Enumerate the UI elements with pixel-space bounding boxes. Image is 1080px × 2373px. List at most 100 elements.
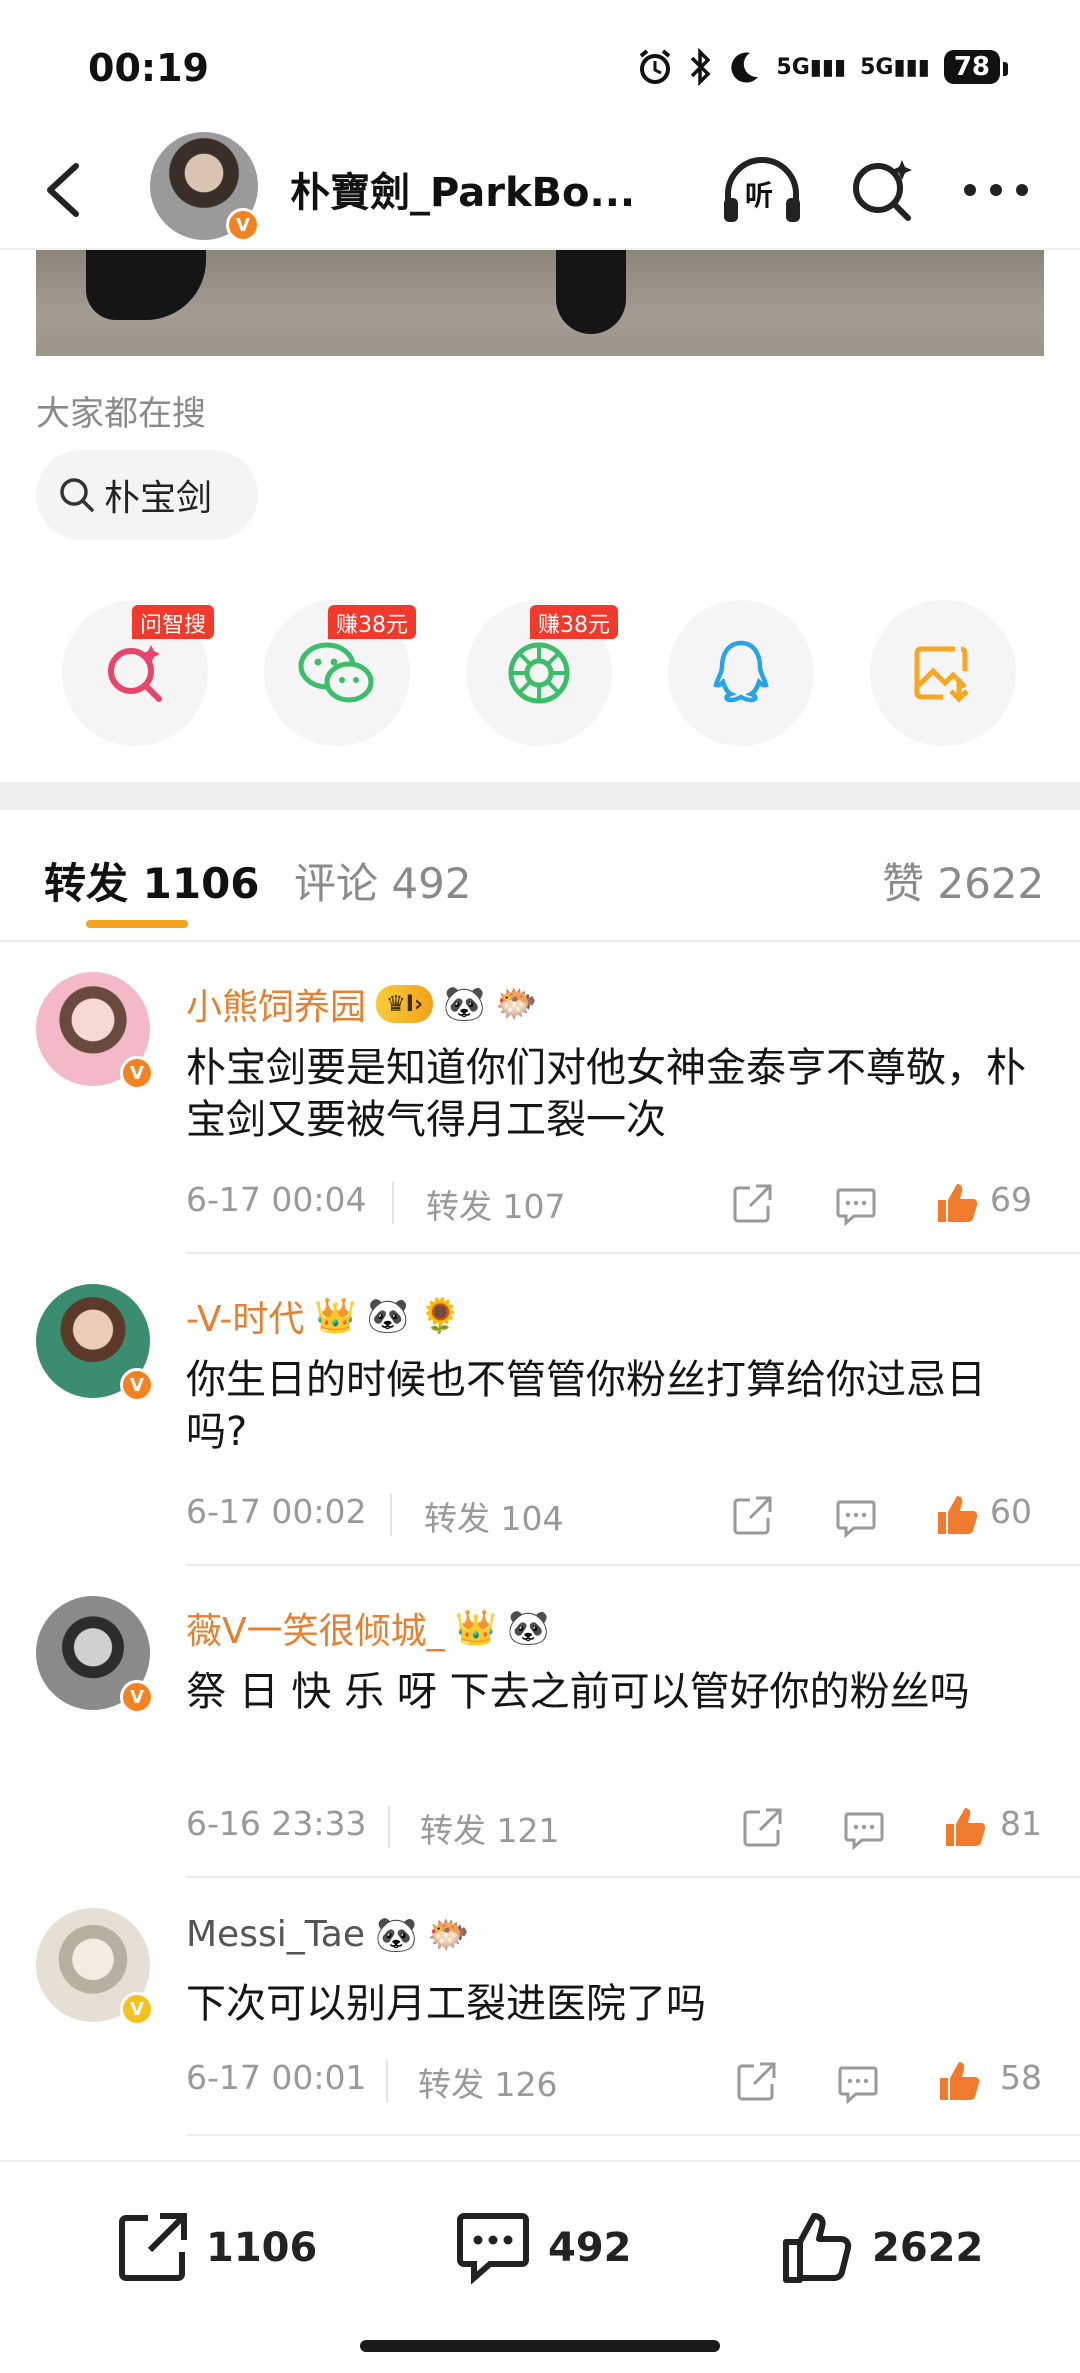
interaction-tabs: 转发 1106 评论 492 赞 2622	[0, 810, 1080, 942]
home-indicator[interactable]	[360, 2340, 720, 2352]
moon-icon	[731, 52, 759, 83]
image-content	[86, 250, 206, 320]
username-text: Messi_Tae	[186, 1914, 365, 1955]
moments-icon	[508, 642, 570, 704]
panda-icon: 🐼	[443, 984, 486, 1024]
verified-badge-icon: V	[120, 1056, 154, 1090]
save-image-icon	[914, 646, 969, 703]
status-bar: 00:19 5G▮▮▮ 5G▮▮▮ 78	[0, 0, 1080, 130]
like-button[interactable]: 2622	[780, 2210, 983, 2286]
author-name[interactable]: 朴寶劍_ParkBo...	[290, 160, 635, 218]
listen-label: 听	[745, 179, 774, 212]
avatar[interactable]: V	[36, 972, 154, 1090]
signal-1-icon: 5G▮▮▮	[776, 54, 847, 80]
repost-count: 1106	[206, 2225, 318, 2271]
share-icon[interactable]	[740, 1806, 784, 1850]
meta-separator	[392, 1182, 394, 1224]
verified-badge-icon: V	[226, 208, 260, 242]
active-tab-indicator	[86, 920, 188, 928]
avatar[interactable]: V	[36, 1596, 154, 1714]
comment-icon[interactable]	[842, 1808, 886, 1852]
repost-button[interactable]: 1106	[114, 2210, 317, 2286]
meta-separator	[386, 2060, 388, 2102]
comment-text: 你生日的时候也不管管你粉丝打算给你过忌日吗?	[186, 1357, 986, 1455]
comment-icon[interactable]	[836, 2062, 880, 2106]
username[interactable]: Messi_Tae 🐼 🐡	[186, 1914, 470, 1955]
repost-count[interactable]: 转发 126	[418, 2058, 557, 2106]
avatar[interactable]: V	[36, 1908, 154, 2026]
comment-icon[interactable]	[834, 1184, 878, 1228]
share-icon[interactable]	[730, 1494, 774, 1538]
timestamp: 6-16 23:33	[186, 1804, 367, 1843]
username-text: 薇V一笑很倾城_	[186, 1611, 445, 1652]
comment-count: 492	[548, 2225, 632, 2271]
ai-search-icon[interactable]	[848, 156, 916, 224]
share-icon[interactable]	[730, 1182, 774, 1226]
level-badge-text: I	[405, 991, 414, 1017]
author-avatar[interactable]: V	[150, 132, 260, 242]
like-count: 69	[990, 1180, 1032, 1219]
tab-comments[interactable]: 评论 492	[294, 850, 472, 911]
crown-icon: 👑	[454, 1608, 497, 1648]
like-icon[interactable]	[942, 1804, 988, 1850]
bluetooth-icon	[691, 48, 711, 86]
username-text: -V-时代	[186, 1299, 305, 1340]
username[interactable]: 薇V一笑很倾城_ 👑 🐼	[186, 1602, 549, 1654]
username[interactable]: 小熊饲养园 ♛ I › 🐼 🐡	[186, 978, 538, 1030]
trending-search-chip[interactable]: 朴宝剑	[36, 450, 258, 540]
verified-badge-icon: V	[120, 1992, 154, 2026]
item-divider	[186, 2134, 1080, 2136]
like-icon[interactable]	[936, 2058, 982, 2104]
like-count: 58	[1000, 2058, 1042, 2097]
save-image-button[interactable]	[870, 600, 1016, 746]
post-image[interactable]	[36, 250, 1044, 356]
comment-text: 祭 日 快 乐 呀 下去之前可以管好你的粉丝吗	[186, 1669, 970, 1715]
comment-icon[interactable]	[834, 1496, 878, 1540]
repost-icon	[119, 2213, 187, 2281]
share-icon[interactable]	[734, 2060, 778, 2104]
meta-separator	[388, 1806, 390, 1848]
verified-badge-icon: V	[120, 1680, 154, 1714]
panda-icon: 🐼	[506, 1608, 550, 1648]
trending-search-label: 大家都在搜	[36, 394, 206, 434]
search-icon	[60, 478, 94, 512]
username[interactable]: -V-时代 👑 🐼 🌻	[186, 1290, 461, 1342]
timestamp: 6-17 00:02	[186, 1492, 367, 1531]
thumbs-up-icon	[783, 2213, 852, 2283]
item-divider	[186, 1564, 1080, 1566]
meta-separator	[390, 1494, 392, 1536]
share-tag: 赚38元	[530, 605, 618, 639]
more-icon[interactable]	[960, 170, 1032, 210]
trending-search-text: 朴宝剑	[104, 478, 213, 519]
comment-text: 朴宝剑要是知道你们对他女神金泰亨不尊敬，朴宝剑又要被气得月工裂一次	[186, 1045, 1026, 1143]
sunflower-icon: 🌻	[419, 1296, 462, 1336]
repost-count[interactable]: 转发 121	[420, 1804, 559, 1852]
repost-count[interactable]: 转发 107	[426, 1180, 565, 1228]
repost-count[interactable]: 转发 104	[424, 1492, 563, 1540]
status-time: 00:19	[88, 46, 209, 90]
verified-badge-icon: V	[120, 1368, 154, 1402]
comment-text: 下次可以别月工裂进医院了吗	[186, 1981, 706, 2027]
tab-likes[interactable]: 赞 2622	[882, 850, 1044, 911]
back-icon[interactable]	[36, 158, 96, 222]
timestamp: 6-17 00:01	[186, 2058, 367, 2097]
post-header: V 朴寶劍_ParkBo... 听	[0, 130, 1080, 250]
username-text: 小熊饲养园	[186, 987, 367, 1028]
item-divider	[186, 1876, 1080, 1878]
like-count: 60	[990, 1492, 1032, 1531]
pufferfish-icon: 🐡	[495, 984, 538, 1024]
status-icons: 5G▮▮▮ 5G▮▮▮ 78	[636, 48, 1009, 86]
like-count: 2622	[872, 2225, 984, 2271]
share-qq-button[interactable]	[668, 600, 814, 746]
avatar[interactable]: V	[36, 1284, 154, 1402]
share-tag: 赚38元	[328, 605, 416, 639]
like-icon[interactable]	[934, 1492, 980, 1538]
tab-reposts[interactable]: 转发 1106	[44, 850, 260, 911]
like-icon[interactable]	[934, 1180, 980, 1226]
comment-icon	[457, 2213, 529, 2285]
item-divider	[186, 1252, 1080, 1254]
comment-button[interactable]: 492	[454, 2210, 632, 2286]
section-divider	[0, 782, 1080, 810]
like-count: 81	[1000, 1804, 1042, 1843]
crown-level-badge-icon: ♛ I ›	[376, 985, 434, 1023]
